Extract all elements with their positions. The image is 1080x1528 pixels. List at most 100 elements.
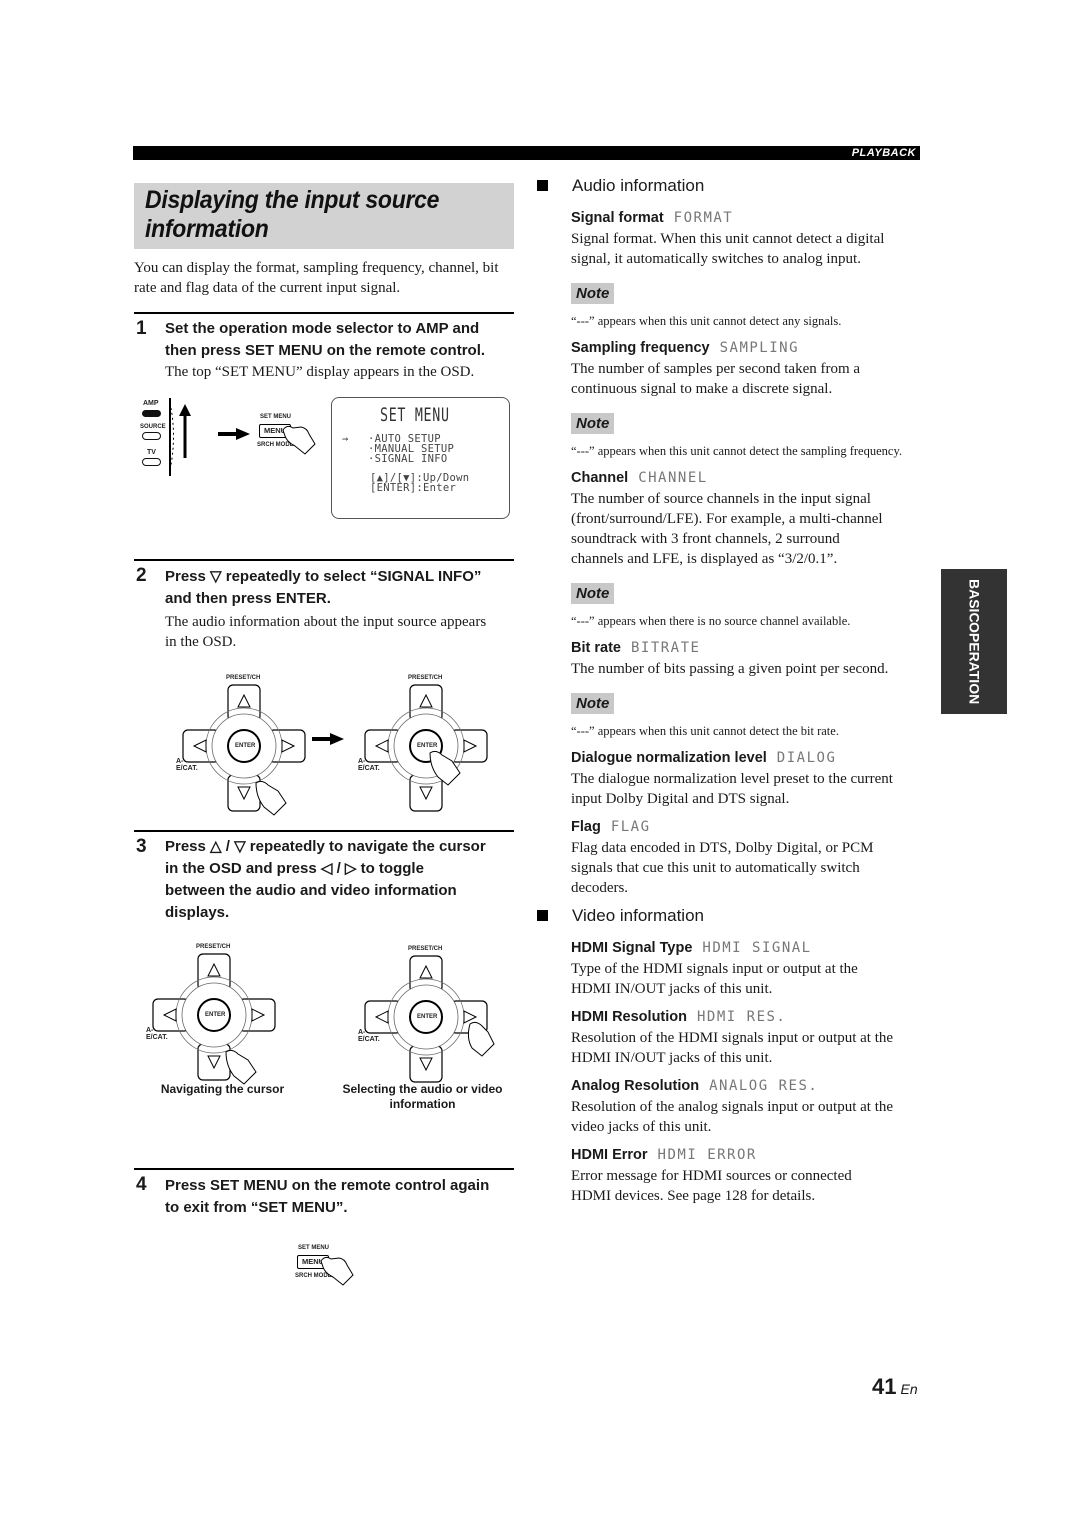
divider <box>134 830 514 832</box>
lcd-indicator: HDMI ERROR <box>657 1147 757 1163</box>
info-item-description: Error message for HDMI sources or connec… <box>571 1168 852 1184</box>
info-item-label: Channel CHANNEL <box>571 470 708 486</box>
info-item: Analog Resolution ANALOG RES. Resolution o… <box>571 1075 927 1137</box>
enter-button: ENTER <box>417 743 438 749</box>
hand-press-icon <box>282 425 316 455</box>
info-item-label: Flag FLAG <box>571 819 651 835</box>
right-column: Audio information Signal format FORMAT Sig… <box>537 176 927 1206</box>
info-item-description: (front/surround/LFE). For example, a mul… <box>571 511 883 527</box>
step-description: The top “SET MENU” display appears in th… <box>165 364 475 380</box>
osd-help-line: [ENTER]:Enter <box>370 482 457 494</box>
info-item-description: Resolution of the HDMI signals input or … <box>571 1030 894 1046</box>
step-heading: Set the operation mode selector to AMP a… <box>165 320 480 337</box>
info-item-description: soundtrack with 3 front channels, 2 surr… <box>571 531 840 547</box>
note-label: Note <box>571 283 615 304</box>
info-item-description: HDMI IN/OUT jacks of this unit. <box>571 981 773 997</box>
info-item-description: Flag data encoded in DTS, Dolby Digital,… <box>571 840 874 856</box>
hand-press-icon <box>320 1256 354 1286</box>
info-item: HDMI Signal Type HDMI SIGNAL Type of the H… <box>571 937 927 999</box>
info-item-description: The number of source channels in the inp… <box>571 491 871 507</box>
set-menu-button-illustration: SET MENU MENU SRCH MODE <box>256 414 326 459</box>
osd-menu-item: ·SIGNAL INFO <box>368 453 448 465</box>
step-number: 4 <box>136 1174 147 1195</box>
info-item-label: Signal format FORMAT <box>571 210 734 226</box>
step-heading: Press △ / ▽ repeatedly to navigate the c… <box>165 838 486 855</box>
info-item-description: Resolution of the analog signals input o… <box>571 1099 894 1115</box>
lcd-indicator: SAMPLING <box>719 340 800 356</box>
tv-button <box>142 458 161 466</box>
enter-button: ENTER <box>205 1012 226 1018</box>
video-section-heading: Video information <box>537 906 927 930</box>
info-item-label: Analog Resolution ANALOG RES. <box>571 1078 819 1094</box>
arrow-right-icon <box>218 428 250 440</box>
note-text: “---” appears when this unit cannot dete… <box>571 724 839 738</box>
section-tag: PLAYBACK <box>851 147 916 159</box>
note-label: Note <box>571 583 615 604</box>
lcd-indicator: CHANNEL <box>638 470 708 486</box>
lcd-indicator: ANALOG RES. <box>709 1078 819 1094</box>
note-text: “---” appears when this unit cannot dete… <box>571 314 842 328</box>
info-item-description: The number of bits passing a given point… <box>571 661 889 677</box>
page-number: 41 En <box>872 1374 918 1399</box>
info-item-description: video jacks of this unit. <box>571 1119 712 1135</box>
section-header-bar: PLAYBACK <box>133 146 920 160</box>
info-item-description: input Dolby Digital and DTS signal. <box>571 791 790 807</box>
osd-title: SET MENU <box>380 404 450 426</box>
lcd-indicator: FORMAT <box>673 210 734 226</box>
osd-cursor-icon: → <box>342 433 349 445</box>
divider <box>134 312 514 314</box>
set-menu-button-illustration: SET MENU MENU SRCH MODE <box>294 1245 364 1290</box>
step-description: The audio information about the input so… <box>165 614 487 630</box>
info-item-description: continuous signal to make a discrete sig… <box>571 381 833 397</box>
source-button <box>142 432 161 440</box>
step-heading: displays. <box>165 904 230 921</box>
audio-section-heading: Audio information <box>537 176 927 200</box>
divider <box>134 1168 514 1170</box>
divider <box>134 559 514 561</box>
osd-screen: SET MENU → ·AUTO SETUP ·MANUAL SETUP ·SI… <box>331 397 510 519</box>
info-item: HDMI Resolution HDMI RES. Resolution of th… <box>571 1006 927 1068</box>
step-heading: between the audio and video information <box>165 882 457 899</box>
chapter-side-tab: BASIC OPERATION <box>941 569 1007 714</box>
step-4: Press SET MENU on the remote control aga… <box>165 1175 520 1219</box>
info-item-description: The number of samples per second taken f… <box>571 361 861 377</box>
lcd-indicator: DIALOG <box>776 750 837 766</box>
step-number: 3 <box>136 836 147 857</box>
lcd-indicator: HDMI RES. <box>697 1009 787 1025</box>
info-item-label: Dialogue normalization level DIALOG <box>571 750 837 766</box>
info-item-description: Type of the HDMI signals input or output… <box>571 961 858 977</box>
step-heading: Press ▽ repeatedly to select “SIGNAL INF… <box>165 568 482 585</box>
caption: Navigating the cursor <box>160 1082 285 1096</box>
info-item-label: Sampling frequency SAMPLING <box>571 340 800 356</box>
arrow-right-icon <box>312 733 344 745</box>
note-text: “---” appears when there is no source ch… <box>571 614 851 628</box>
page-title-box: Displaying the input source information <box>134 183 514 249</box>
step-heading: in the OSD and press ◁ / ▷ to toggle <box>165 860 424 877</box>
info-item-description: The dialogue normalization level preset … <box>571 771 893 787</box>
info-item-label: HDMI Signal Type HDMI SIGNAL <box>571 940 812 956</box>
step-heading: and then press ENTER. <box>165 590 331 607</box>
step-heading: Press SET MENU on the remote control aga… <box>165 1177 490 1194</box>
lcd-indicator: BITRATE <box>630 640 701 656</box>
audio-items: Signal format FORMAT Signal format. When t… <box>571 207 927 898</box>
info-item: Bit rate BITRATE The number of bits passin… <box>571 637 927 740</box>
lcd-indicator: FLAG <box>610 819 651 835</box>
note-label: Note <box>571 693 615 714</box>
note-block: Note “---” appears when this unit cannot … <box>571 693 927 740</box>
info-item: Dialogue normalization level DIALOG The di… <box>571 747 927 809</box>
enter-button: ENTER <box>417 1014 438 1020</box>
intro-text: You can display the format, sampling fre… <box>134 260 499 296</box>
step-3: Press △ / ▽ repeatedly to navigate the c… <box>165 836 520 924</box>
step-number: 1 <box>136 318 147 339</box>
info-item-description: HDMI IN/OUT jacks of this unit. <box>571 1050 773 1066</box>
note-label: Note <box>571 413 615 434</box>
info-item: Sampling frequency SAMPLING The number of … <box>571 337 927 460</box>
step-2: Press ▽ repeatedly to select “SIGNAL INF… <box>165 566 520 652</box>
info-item-description: decoders. <box>571 880 629 896</box>
info-item-label: Bit rate BITRATE <box>571 640 701 656</box>
info-item-description: signals that cue this unit to automatica… <box>571 860 860 876</box>
step-1: Set the operation mode selector to AMP a… <box>165 318 520 382</box>
enter-button: ENTER <box>235 743 256 749</box>
step-description: in the OSD. <box>165 634 237 650</box>
info-item: HDMI Error HDMI ERROR Error message for HD… <box>571 1144 927 1206</box>
